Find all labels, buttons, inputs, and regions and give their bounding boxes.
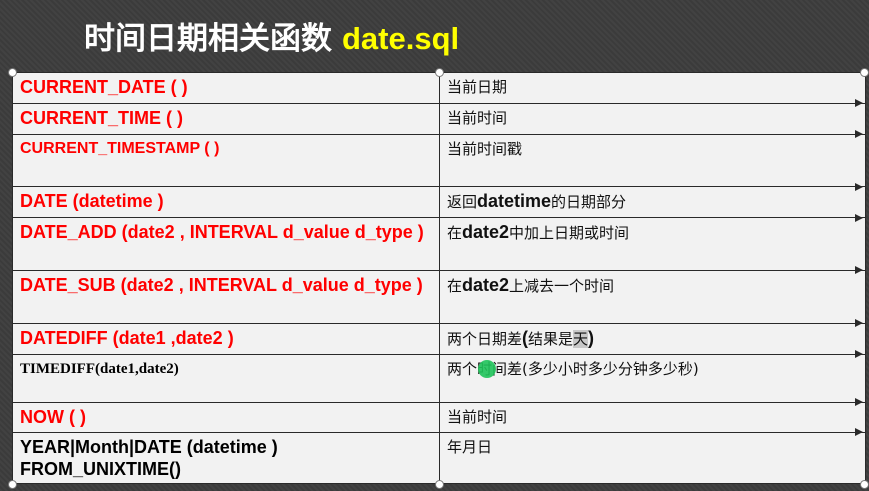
desc-text: 在 [447,224,463,242]
description-cell: 年月日 [439,432,866,484]
function-cell: DATEDIFF (date1 ,date2 ) [12,323,440,355]
row-marker-arrow [855,183,863,191]
table-row: CURRENT_TIME ( ) 当前时间 [12,103,866,135]
function-cell: CURRENT_TIME ( ) [12,103,440,135]
desc-highlight: 天 [573,330,589,348]
resize-handle-top-right[interactable] [860,68,869,77]
description-cell: 两个时间差(多少小时多少分钟多少秒) [439,354,866,403]
table-row: TIMEDIFF(date1,date2) 两个时间差(多少小时多少分钟多少秒) [12,354,866,403]
table-row: CURRENT_DATE ( ) 当前日期 [12,72,866,104]
resize-handle-bottom[interactable] [435,480,444,489]
pointer-cursor [478,360,496,378]
desc-text: 在 [447,277,463,295]
desc-text: 中加上日期或时间 [509,224,630,242]
description-cell: 在date2中加上日期或时间 [439,217,866,271]
row-marker-arrow [855,398,863,406]
description-cell: 当前时间 [439,103,866,135]
function-cell: NOW ( ) [12,402,440,433]
title-text: 时间日期相关函数 [84,21,332,56]
row-marker-arrow [855,130,863,138]
resize-handle-bottom-left[interactable] [8,480,17,489]
row-marker-arrow [855,319,863,327]
desc-text: 返回 [447,193,478,211]
table-row: DATE (datetime ) 返回datetime的日期部分 [12,186,866,218]
date-functions-table: CURRENT_DATE ( ) 当前日期 CURRENT_TIME ( ) 当… [12,72,866,484]
description-cell: 在date2上减去一个时间 [439,270,866,324]
title-filename: date.sql [342,21,460,56]
desc-code: datetime [477,191,552,211]
function-cell: YEAR|Month|DATE (datetime ) FROM_UNIXTIM… [12,432,440,484]
row-marker-arrow [855,99,863,107]
table-row: DATEDIFF (date1 ,date2 ) 两个日期差(结果是天) [12,323,866,355]
resize-handle-top-left[interactable] [8,68,17,77]
resize-handle-top[interactable] [435,68,444,77]
desc-text: 两个日期差 [447,330,523,348]
table-row: NOW ( ) 当前时间 [12,402,866,433]
row-marker-arrow [855,214,863,222]
resize-handle-bottom-right[interactable] [860,480,869,489]
desc-text: 的日期部分 [551,193,627,211]
description-cell: 返回datetime的日期部分 [439,186,866,218]
function-cell: DATE_SUB (date2 , INTERVAL d_value d_typ… [12,270,440,324]
desc-code: date2 [462,275,510,295]
row-marker-arrow [855,266,863,274]
row-marker-arrow [855,350,863,358]
table-row: YEAR|Month|DATE (datetime ) FROM_UNIXTIM… [12,432,866,484]
description-cell: 当前时间 [439,402,866,433]
table-row: CURRENT_TIMESTAMP ( ) 当前时间戳 [12,134,866,187]
desc-text: 上减去一个时间 [509,277,615,295]
table-row: DATE_SUB (date2 , INTERVAL d_value d_typ… [12,270,866,324]
function-cell: DATE_ADD (date2 , INTERVAL d_value d_typ… [12,217,440,271]
function-cell: CURRENT_DATE ( ) [12,72,440,104]
description-cell: 当前日期 [439,72,866,104]
desc-code: date2 [462,222,510,242]
desc-text: 结果是 [528,330,574,348]
row-marker-arrow [855,428,863,436]
desc-paren: ) [588,328,595,348]
table-row: DATE_ADD (date2 , INTERVAL d_value d_typ… [12,217,866,271]
description-cell: 两个日期差(结果是天) [439,323,866,355]
function-cell: CURRENT_TIMESTAMP ( ) [12,134,440,187]
function-cell: TIMEDIFF(date1,date2) [12,354,440,403]
function-cell: DATE (datetime ) [12,186,440,218]
description-cell: 当前时间戳 [439,134,866,187]
slide-title: 时间日期相关函数 date.sql [84,18,459,60]
